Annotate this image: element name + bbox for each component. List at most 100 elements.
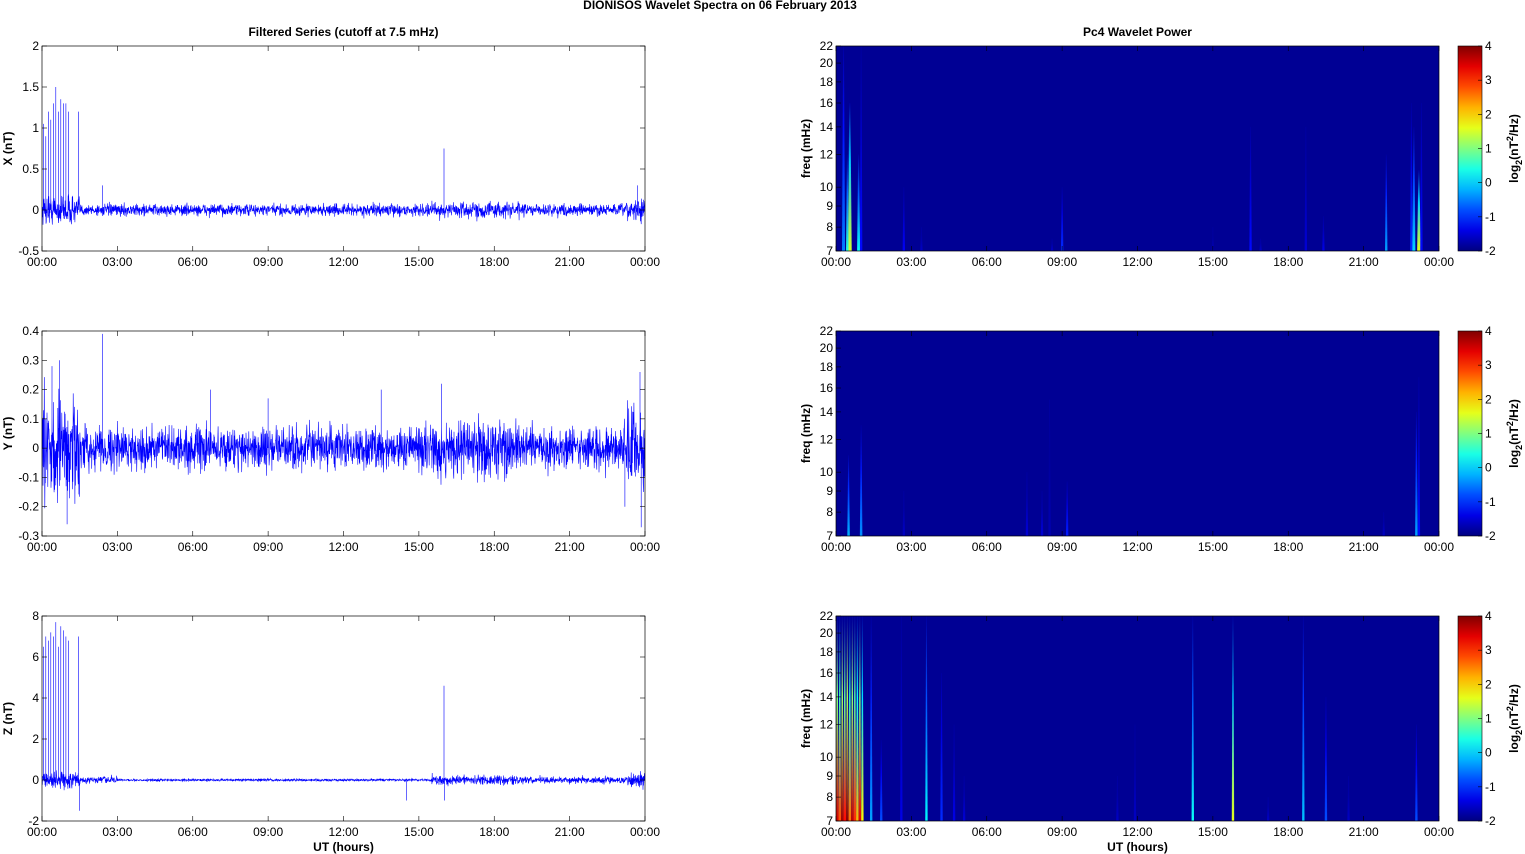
x-tick-label: 18:00 (1273, 825, 1303, 839)
heatmap-background (836, 331, 1439, 536)
x-tick-label: 09:00 (253, 825, 283, 839)
y-axis-label: freq (mHz) (799, 119, 813, 178)
y-tick-label: 10 (820, 180, 834, 194)
colorbar-tick-label: 2 (1485, 677, 1492, 691)
y-tick-label: 12 (820, 433, 834, 447)
y-tick-label: 1.5 (22, 80, 39, 94)
x-tick-label: 12:00 (1122, 255, 1152, 269)
y-tick-label: 9 (826, 484, 833, 498)
colorbar-tick-label: 0 (1485, 746, 1492, 760)
x-tick-label: 18:00 (1273, 540, 1303, 554)
y-tick-label: 14 (820, 405, 834, 419)
x-tick-label: 00:00 (1424, 825, 1454, 839)
colorbar-tick-label: 1 (1485, 712, 1492, 726)
x-tick-label: 03:00 (102, 255, 132, 269)
y-tick-label: 6 (32, 650, 39, 664)
panel-title: Pc4 Wavelet Power (1083, 25, 1192, 39)
y-tick-label: 8 (32, 609, 39, 623)
x-tick-label: 00:00 (821, 825, 851, 839)
x-tick-label: 18:00 (479, 255, 509, 269)
x-tick-label: 12:00 (1122, 540, 1152, 554)
y-tick-label: 14 (820, 120, 834, 134)
colorbar-tick-label: 2 (1485, 107, 1492, 121)
y-tick-label: 18 (820, 645, 834, 659)
colorbar-label: log2(nT2/Hz) (1505, 684, 1524, 753)
colorbar-tick-label: 3 (1485, 358, 1492, 372)
x-tick-label: 15:00 (1198, 540, 1228, 554)
x-tick-label: 00:00 (630, 825, 660, 839)
y-tick-label: 2 (32, 732, 39, 746)
x-tick-label: 18:00 (479, 825, 509, 839)
y-tick-label: 12 (820, 148, 834, 162)
y-tick-label: 10 (820, 465, 834, 479)
x-tick-label: 18:00 (479, 540, 509, 554)
x-tick-label: 15:00 (404, 825, 434, 839)
y-tick-label: 14 (820, 690, 834, 704)
y-tick-label: -0.2 (18, 500, 39, 514)
y-tick-label: 0.1 (22, 412, 39, 426)
y-tick-label: 0 (32, 773, 39, 787)
heatmap-background (836, 46, 1439, 251)
y-tick-label: -0.1 (18, 470, 39, 484)
y-tick-label: 1 (32, 121, 39, 135)
colorbar-tick-label: -1 (1485, 780, 1496, 794)
x-tick-label: 00:00 (27, 255, 57, 269)
x-tick-label: 15:00 (1198, 825, 1228, 839)
x-tick-label: 09:00 (1047, 540, 1077, 554)
y-tick-label: 10 (820, 750, 834, 764)
x-tick-label: 15:00 (404, 540, 434, 554)
colorbar-label: log2(nT2/Hz) (1505, 114, 1524, 183)
x-tick-label: 00:00 (1424, 255, 1454, 269)
y-tick-label: 0 (32, 441, 39, 455)
panel-title: Filtered Series (cutoff at 7.5 mHz) (248, 25, 438, 39)
colorbar-tick-label: 1 (1485, 427, 1492, 441)
y-tick-label: 8 (826, 505, 833, 519)
colorbar-tick-label: -2 (1485, 814, 1496, 828)
x-tick-label: 03:00 (896, 540, 926, 554)
y-axis-label: freq (mHz) (799, 689, 813, 748)
x-tick-label: 00:00 (27, 825, 57, 839)
y-tick-label: 16 (820, 96, 834, 110)
colorbar-tick-label: -2 (1485, 244, 1496, 258)
colorbar-tick-label: 0 (1485, 176, 1492, 190)
x-tick-label: 00:00 (630, 540, 660, 554)
y-tick-label: 18 (820, 75, 834, 89)
x-tick-label: 21:00 (1349, 825, 1379, 839)
x-tick-label: 21:00 (555, 255, 585, 269)
x-axis-label: UT (hours) (313, 840, 374, 854)
y-tick-label: 18 (820, 360, 834, 374)
x-tick-label: 06:00 (178, 825, 208, 839)
x-tick-label: 06:00 (178, 540, 208, 554)
plot-area (42, 46, 645, 251)
x-tick-label: 12:00 (328, 825, 358, 839)
x-tick-label: 03:00 (102, 825, 132, 839)
y-tick-label: 0.3 (22, 353, 39, 367)
x-tick-label: 06:00 (972, 540, 1002, 554)
x-tick-label: 21:00 (555, 825, 585, 839)
colorbar-tick-label: 0 (1485, 461, 1492, 475)
y-tick-label: 12 (820, 718, 834, 732)
plot-area (42, 616, 645, 821)
y-tick-label: 0.5 (22, 162, 39, 176)
y-tick-label: 16 (820, 666, 834, 680)
x-tick-label: 00:00 (27, 540, 57, 554)
time-series-panel-Z: -202468Z (nT)00:00 03:00 06:00 09:00 12:00 15… (1, 609, 660, 854)
colorbar-tick-label: 1 (1485, 142, 1492, 156)
colorbar-tick-label: 4 (1485, 609, 1492, 623)
figure-title: DIONISOS Wavelet Spectra on 06 February … (583, 0, 857, 12)
x-tick-label: 15:00 (1198, 255, 1228, 269)
y-axis-label: Y (nT) (1, 417, 15, 451)
y-tick-label: 8 (826, 790, 833, 804)
colorbar-tick-label: -1 (1485, 210, 1496, 224)
x-tick-label: 09:00 (1047, 255, 1077, 269)
x-tick-label: 21:00 (555, 540, 585, 554)
y-tick-label: 0.2 (22, 383, 39, 397)
x-tick-label: 00:00 (821, 540, 851, 554)
y-tick-label: 22 (820, 324, 834, 338)
colorbar-tick-label: 3 (1485, 643, 1492, 657)
y-tick-label: 22 (820, 609, 834, 623)
x-tick-label: 09:00 (1047, 825, 1077, 839)
x-axis-label: UT (hours) (1107, 840, 1168, 854)
y-axis-label: freq (mHz) (799, 404, 813, 463)
x-tick-label: 06:00 (972, 255, 1002, 269)
